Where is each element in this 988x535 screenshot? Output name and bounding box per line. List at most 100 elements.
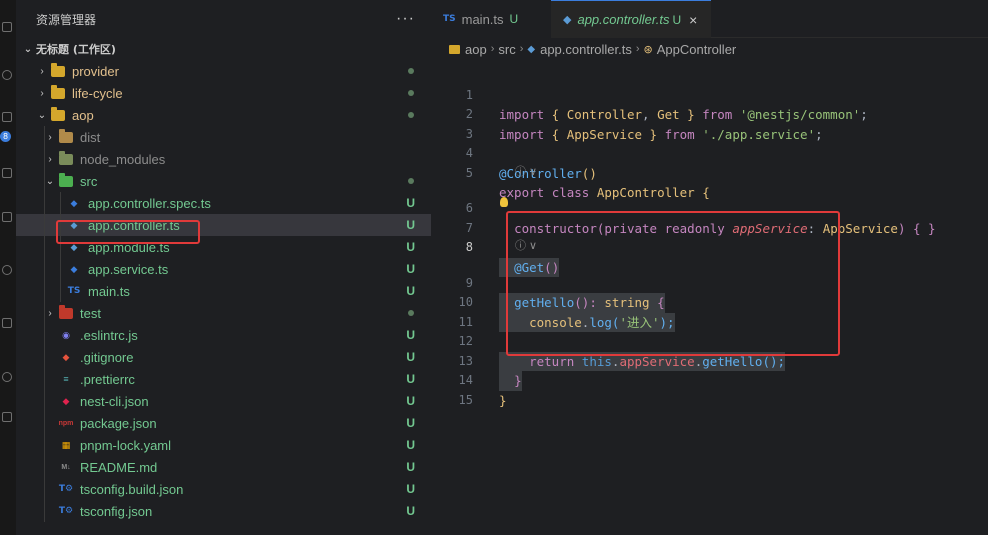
- typescript-icon: TS: [443, 14, 456, 24]
- modified-dot: [408, 68, 414, 74]
- extensions-icon[interactable]: [2, 212, 12, 222]
- nest-controller-icon: ◆: [527, 43, 536, 55]
- tree-item-label: nest-cli.json: [80, 393, 149, 409]
- tree-item-readme[interactable]: M↓ README.md U: [16, 456, 431, 478]
- eslint-icon: ◉: [62, 329, 70, 340]
- modified-dot: [408, 112, 414, 118]
- workspace-header[interactable]: ⌄ 无标题 (工作区): [16, 38, 431, 60]
- tree-item-tsconfig-build[interactable]: T⚙ tsconfig.build.json U: [16, 478, 431, 500]
- annotation-box-code: [506, 211, 840, 356]
- untracked-badge: U: [406, 328, 415, 342]
- code-line: 4 @Controller(): [431, 125, 988, 181]
- folder-icon: [50, 84, 66, 100]
- accounts-icon[interactable]: [2, 372, 12, 382]
- code-line: 5 export class AppController {: [431, 144, 988, 201]
- tree-item-prettierrc[interactable]: ≡ .prettierrc U: [16, 368, 431, 390]
- files-icon[interactable]: [2, 22, 12, 32]
- search-icon[interactable]: [2, 70, 12, 80]
- lightbulb-icon[interactable]: [500, 197, 508, 207]
- untracked-badge: U: [406, 196, 415, 210]
- tree-item-label: aop: [72, 107, 94, 123]
- chevron-right-icon: ›: [519, 43, 524, 55]
- untracked-badge: U: [406, 504, 415, 518]
- explorer-header: 资源管理器 ···: [16, 0, 431, 38]
- breadcrumb-item-aop[interactable]: aop: [449, 42, 487, 57]
- close-icon[interactable]: ×: [689, 12, 697, 28]
- class-symbol-icon: ⊛: [643, 43, 653, 56]
- chevron-down-icon: ⌄: [23, 43, 33, 55]
- breadcrumb-label: app.controller.ts: [540, 41, 632, 57]
- breadcrumb-label: aop: [465, 41, 487, 57]
- untracked-badge: U: [406, 460, 415, 474]
- tree-item-main[interactable]: TS main.ts U: [16, 280, 431, 302]
- tsconfig-icon: T⚙: [58, 484, 74, 494]
- test-folder-icon: [58, 304, 74, 320]
- tree-item-app-service[interactable]: ◆ app.service.ts U: [16, 258, 431, 280]
- docker-icon[interactable]: [2, 412, 12, 422]
- codelens[interactable]: ⓘ ∨: [431, 164, 988, 180]
- breadcrumb-item-src[interactable]: src: [498, 42, 515, 57]
- testing-icon[interactable]: [2, 318, 12, 328]
- tab-label: app.controller.ts: [577, 12, 670, 27]
- tree-item-package-json[interactable]: npm package.json U: [16, 412, 431, 434]
- pnpm-icon: ▦: [61, 439, 71, 450]
- tab-untracked-badge: U: [509, 12, 519, 26]
- tree-item-tsconfig[interactable]: T⚙ tsconfig.json U: [16, 500, 431, 522]
- tsconfig-icon: T⚙: [58, 506, 74, 516]
- breadcrumb-item-file[interactable]: ◆ app.controller.ts: [527, 42, 631, 57]
- tab-main-ts[interactable]: TS main.ts U: [431, 0, 551, 38]
- tree-item-label: tsconfig.json: [80, 503, 153, 519]
- chevron-right-icon: ›: [40, 87, 44, 99]
- tree-item-eslintrc[interactable]: ◉ .eslintrc.js U: [16, 324, 431, 346]
- run-debug-icon[interactable]: [2, 168, 12, 178]
- tree-item-provider[interactable]: › provider: [16, 60, 431, 82]
- tree-item-label: package.json: [80, 415, 157, 431]
- tree-item-test[interactable]: › test: [16, 302, 431, 324]
- tree-item-label: .eslintrc.js: [80, 327, 138, 343]
- nest-spec-icon: ◆: [70, 197, 78, 208]
- tab-app-controller-ts[interactable]: ◆ app.controller.ts U ×: [551, 0, 711, 38]
- tree-item-dist[interactable]: › dist: [16, 126, 431, 148]
- tree-item-app-controller-spec[interactable]: ◆ app.controller.spec.ts U: [16, 192, 431, 214]
- modified-dot: [408, 178, 414, 184]
- tree-item-label: src: [80, 173, 98, 189]
- tree-item-gitignore[interactable]: ◆ .gitignore U: [16, 346, 431, 368]
- modified-dot: [408, 310, 414, 316]
- untracked-badge: U: [406, 284, 415, 298]
- tree-item-label: app.service.ts: [88, 261, 169, 277]
- tree-item-aop[interactable]: ⌄ aop: [16, 104, 431, 126]
- remote-icon[interactable]: [2, 265, 12, 275]
- tree-item-label: README.md: [80, 459, 158, 475]
- tree-item-label: dist: [80, 129, 101, 145]
- breadcrumb: aop › src › ◆ app.controller.ts › ⊛ AppC…: [431, 38, 988, 60]
- untracked-badge: U: [406, 350, 415, 364]
- folder-icon: [50, 62, 66, 78]
- tree-item-label: pnpm-lock.yaml: [80, 437, 172, 453]
- source-control-icon[interactable]: [2, 112, 12, 122]
- tab-untracked-badge: U: [672, 12, 682, 27]
- more-actions-icon[interactable]: ···: [396, 10, 415, 28]
- nest-service-icon: ◆: [70, 263, 78, 274]
- code-line: 2 import { AppService } from './app.serv…: [431, 86, 988, 142]
- code-line: 15: [431, 371, 988, 407]
- folder-open-icon: [50, 106, 66, 122]
- typescript-icon: TS: [67, 286, 81, 296]
- untracked-badge: U: [406, 240, 415, 254]
- tree-item-nest-cli[interactable]: ◆ nest-cli.json U: [16, 390, 431, 412]
- breadcrumb-label: src: [498, 41, 516, 57]
- tree-item-src[interactable]: ⌄ src: [16, 170, 431, 192]
- chevron-right-icon: ›: [635, 43, 640, 55]
- tree-item-label: life-cycle: [72, 85, 123, 101]
- breadcrumb-item-class[interactable]: ⊛ AppController: [644, 42, 737, 57]
- tree-item-life-cycle[interactable]: › life-cycle: [16, 82, 431, 104]
- tree-item-label: node_modules: [80, 151, 166, 167]
- explorer-sidebar: 资源管理器 ··· ⌄ 无标题 (工作区) › provider › life-…: [16, 0, 431, 535]
- tree-item-label: tsconfig.build.json: [80, 481, 184, 497]
- breadcrumb-label: AppController: [656, 41, 737, 57]
- tree-item-pnpm-lock[interactable]: ▦ pnpm-lock.yaml U: [16, 434, 431, 456]
- workspace-title: 无标题 (工作区): [36, 43, 116, 56]
- untracked-badge: U: [406, 438, 415, 452]
- untracked-badge: U: [406, 416, 415, 430]
- node-folder-icon: [58, 150, 74, 166]
- tree-item-node-modules[interactable]: › node_modules: [16, 148, 431, 170]
